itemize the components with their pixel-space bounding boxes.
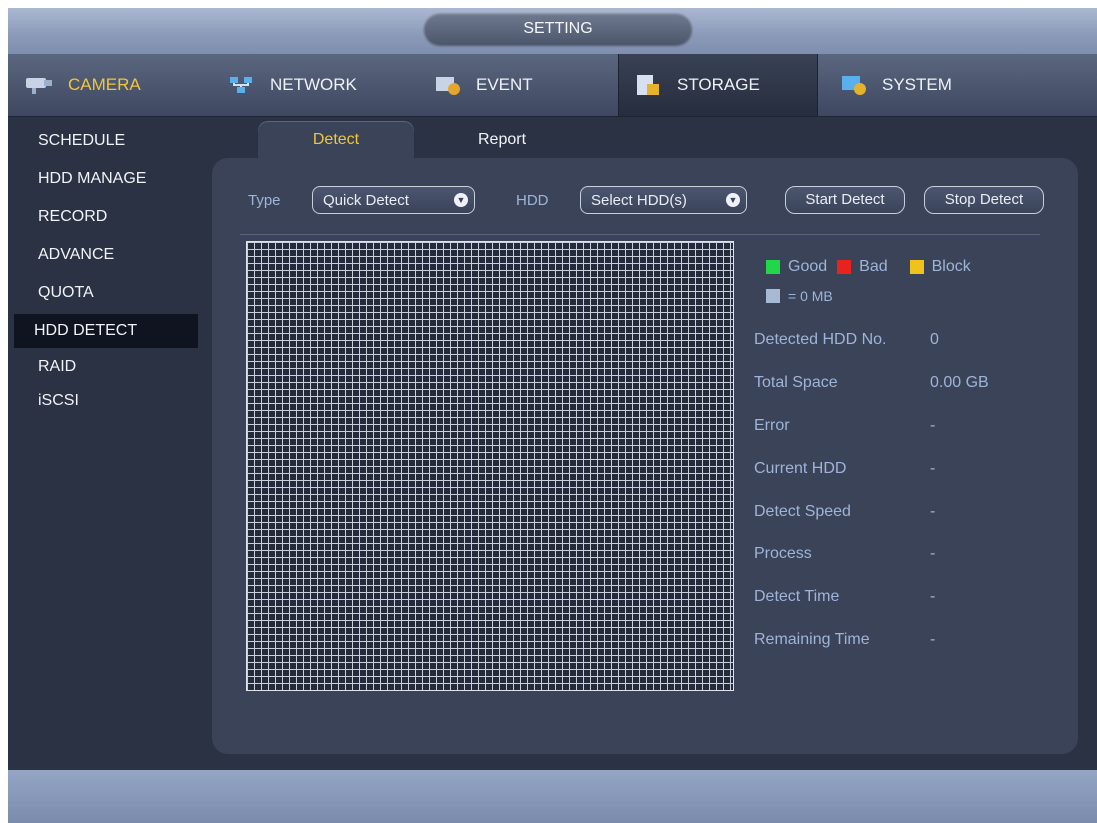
start-detect-button[interactable]: Start Detect (785, 186, 905, 214)
chevron-down-icon: ▼ (454, 193, 468, 207)
stop-detect-button[interactable]: Stop Detect (924, 186, 1044, 214)
event-icon (436, 77, 460, 95)
tab-report[interactable]: Report (424, 121, 580, 158)
type-label: Type (248, 192, 281, 209)
sidebar-item-hdd-detect[interactable]: HDD DETECT (14, 314, 198, 348)
current-hdd-label: Current HDD (754, 460, 847, 477)
process-label: Process (754, 545, 812, 562)
divider (240, 234, 1040, 235)
tab-storage[interactable]: STORAGE (618, 54, 818, 116)
total-space-label: Total Space (754, 374, 838, 391)
bottom-bar (8, 770, 1097, 823)
sidebar-item-quota[interactable]: QUOTA (18, 276, 198, 310)
legend-row: Good Bad Block (766, 258, 971, 276)
tab-network-label: NETWORK (270, 75, 357, 94)
detect-time-label: Detect Time (754, 588, 840, 605)
camera-icon (26, 78, 52, 94)
detect-block-grid (246, 241, 734, 691)
bad-swatch (837, 260, 852, 274)
legend-unit-row: = 0 MB (766, 288, 833, 304)
sidebar-item-record[interactable]: RECORD (18, 200, 198, 234)
good-swatch (766, 260, 780, 274)
tab-system-label: SYSTEM (882, 75, 952, 94)
window-title: SETTING (424, 13, 692, 45)
tab-camera-label: CAMERA (68, 75, 141, 94)
detect-time-value: - (930, 588, 936, 605)
legend-unit: = 0 MB (788, 288, 833, 304)
type-select-value: Quick Detect (323, 192, 409, 209)
chevron-down-icon: ▼ (726, 193, 740, 207)
error-value: - (930, 417, 936, 434)
legend-bad: Bad (859, 258, 888, 275)
total-space-value: 0.00 GB (930, 374, 989, 391)
sidebar-item-advance[interactable]: ADVANCE (18, 238, 198, 272)
process-value: - (930, 545, 936, 562)
tab-camera[interactable]: CAMERA (24, 54, 214, 116)
current-hdd-value: - (930, 460, 936, 477)
detected-hdd-no-value: 0 (930, 331, 939, 348)
tab-system[interactable]: SYSTEM (838, 54, 1028, 116)
sidebar-item-schedule[interactable]: SCHEDULE (18, 124, 198, 158)
sidebar-item-hdd-manage[interactable]: HDD MANAGE (18, 162, 198, 196)
legend-block: Block (931, 258, 971, 275)
detect-speed-label: Detect Speed (754, 503, 851, 520)
tab-network[interactable]: NETWORK (226, 54, 416, 116)
block-swatch (909, 260, 924, 274)
hdd-select[interactable]: Select HDD(s) ▼ (580, 186, 747, 214)
sidebar-item-iscsi[interactable]: iSCSI (18, 384, 198, 418)
unit-swatch (766, 289, 780, 303)
legend-good: Good (788, 258, 828, 275)
main-tab-bar: CAMERA NETWORK EVENT STORAGE SYSTEM (8, 54, 1097, 117)
remaining-time-label: Remaining Time (754, 631, 870, 648)
detected-hdd-no-label: Detected HDD No. (754, 331, 887, 348)
type-select[interactable]: Quick Detect ▼ (312, 186, 475, 214)
tab-event[interactable]: EVENT (432, 54, 612, 116)
sidebar-item-raid[interactable]: RAID (18, 350, 198, 384)
tab-storage-label: STORAGE (677, 75, 760, 94)
remaining-time-value: - (930, 631, 936, 648)
tab-event-label: EVENT (476, 75, 533, 94)
storage-icon (637, 75, 659, 95)
hdd-select-value: Select HDD(s) (591, 192, 687, 209)
title-bar: SETTING (8, 8, 1097, 54)
system-icon (842, 76, 866, 95)
hdd-label: HDD (516, 192, 549, 209)
network-icon (230, 77, 252, 93)
error-label: Error (754, 417, 790, 434)
tab-detect[interactable]: Detect (258, 121, 414, 158)
detect-speed-value: - (930, 503, 936, 520)
